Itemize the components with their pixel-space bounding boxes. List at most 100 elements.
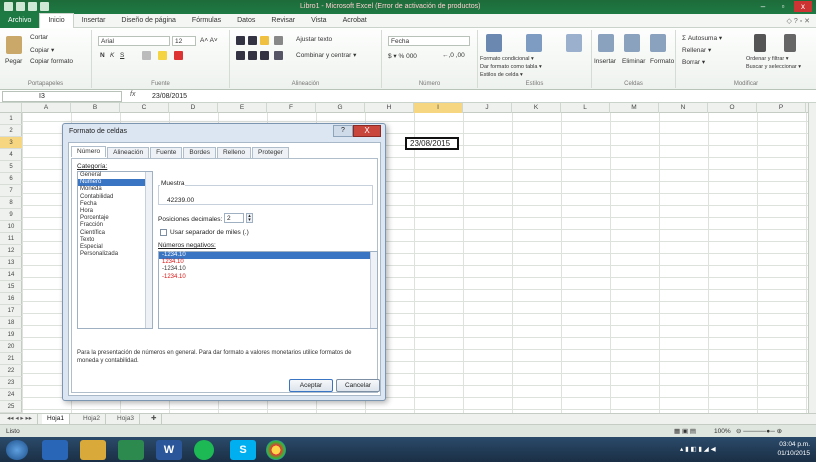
orientation-icon[interactable] <box>274 36 283 45</box>
category-item[interactable]: Científica <box>78 230 152 237</box>
row-header[interactable]: 13 <box>0 257 22 269</box>
cut-button[interactable]: Cortar <box>30 34 48 41</box>
row-header[interactable]: 20 <box>0 341 22 353</box>
paste-icon[interactable] <box>6 36 22 54</box>
row-header[interactable]: 1 <box>0 113 22 125</box>
italic-button[interactable]: K <box>110 52 114 59</box>
merge-center-button[interactable]: Combinar y centrar ▾ <box>296 51 356 59</box>
negative-format-item[interactable]: -1234.10 <box>159 266 377 273</box>
start-button-icon[interactable] <box>6 440 28 460</box>
cancel-button[interactable]: Cancelar <box>336 379 380 392</box>
column-header[interactable]: D <box>169 103 218 113</box>
excel-taskbar-icon[interactable] <box>118 440 144 460</box>
tab-acrobat[interactable]: Acrobat <box>335 14 375 28</box>
redo-icon[interactable] <box>40 2 49 11</box>
indent-icon[interactable] <box>274 51 283 60</box>
row-header[interactable]: 3 <box>0 137 22 149</box>
tab-review[interactable]: Revisar <box>263 14 303 28</box>
bold-button[interactable]: N <box>100 52 105 59</box>
row-header[interactable]: 11 <box>0 233 22 245</box>
autosum-button[interactable]: Σ Autosuma ▾ <box>682 34 722 42</box>
view-buttons-icon[interactable]: ▦ ▣ ▤ <box>674 427 696 435</box>
dialog-tab-fill[interactable]: Relleno <box>216 147 252 158</box>
row-header[interactable]: 4 <box>0 149 22 161</box>
category-list[interactable]: General Número Moneda Contabilidad Fecha Hora… <box>77 171 153 329</box>
file-explorer-icon[interactable] <box>80 440 106 460</box>
align-bottom-icon[interactable] <box>260 36 269 45</box>
conditional-format-icon[interactable] <box>486 34 502 52</box>
tab-data[interactable]: Datos <box>229 14 263 28</box>
maximize-button[interactable]: ▫ <box>774 1 792 12</box>
name-box[interactable]: I3 <box>2 91 122 102</box>
row-header[interactable]: 7 <box>0 185 22 197</box>
column-header[interactable]: N <box>659 103 708 113</box>
word-taskbar-icon[interactable]: W <box>156 440 182 460</box>
ok-button[interactable]: Aceptar <box>289 379 333 392</box>
row-header[interactable]: 10 <box>0 221 22 233</box>
thousands-separator-checkbox[interactable] <box>160 229 167 236</box>
column-header[interactable]: M <box>610 103 659 113</box>
row-header[interactable]: 19 <box>0 329 22 341</box>
align-right-icon[interactable] <box>260 51 269 60</box>
column-header[interactable]: H <box>365 103 414 113</box>
column-header[interactable]: J <box>463 103 512 113</box>
row-header[interactable]: 5 <box>0 161 22 173</box>
delete-cells-icon[interactable] <box>624 34 640 52</box>
cell-styles-button[interactable]: Estilos de celda ▾ <box>480 72 523 78</box>
insert-button[interactable]: Insertar <box>594 58 616 65</box>
clear-button[interactable]: Borrar ▾ <box>682 58 705 66</box>
row-header[interactable]: 15 <box>0 281 22 293</box>
sort-filter-icon[interactable] <box>754 34 766 52</box>
underline-button[interactable]: S <box>120 52 124 59</box>
category-item[interactable]: Especial <box>78 244 152 251</box>
font-color-icon[interactable] <box>174 51 183 60</box>
category-item[interactable]: Fracción <box>78 222 152 229</box>
wrap-text-button[interactable]: Ajustar texto <box>296 36 332 43</box>
negative-format-item[interactable]: -1234.10 <box>159 274 377 281</box>
copy-button[interactable]: Copiar ▾ <box>30 46 54 54</box>
undo-icon[interactable] <box>28 2 37 11</box>
row-header[interactable]: 22 <box>0 365 22 377</box>
tab-page-layout[interactable]: Diseño de página <box>113 14 184 28</box>
find-select-icon[interactable] <box>784 34 796 52</box>
column-header[interactable]: G <box>316 103 365 113</box>
row-header[interactable]: 24 <box>0 389 22 401</box>
new-sheet-icon[interactable]: ✚ <box>146 414 163 424</box>
font-name-combo[interactable]: Arial <box>98 36 170 46</box>
decimal-spinner-icon[interactable]: ▴ ▾ <box>246 213 253 223</box>
column-header[interactable]: O <box>708 103 757 113</box>
dialog-tab-alignment[interactable]: Alineación <box>107 147 150 158</box>
tray-icons[interactable]: ▴ ▮ ◧ ▮ ◢ ◀ <box>680 445 716 453</box>
category-item[interactable]: Moneda <box>78 186 152 193</box>
format-button[interactable]: Formato <box>650 58 674 65</box>
format-table-icon[interactable] <box>526 34 542 52</box>
category-item[interactable]: Número <box>78 179 152 187</box>
row-header[interactable]: 25 <box>0 401 22 413</box>
row-header[interactable]: 18 <box>0 317 22 329</box>
format-cells-icon[interactable] <box>650 34 666 52</box>
tab-view[interactable]: Vista <box>303 14 334 28</box>
sheet-tab-hoja3[interactable]: Hoja3 <box>112 414 140 424</box>
active-cell-i3[interactable]: 23/08/2015 <box>405 137 459 150</box>
dialog-tab-protection[interactable]: Proteger <box>252 147 289 158</box>
column-header[interactable]: I <box>414 103 463 113</box>
column-header[interactable]: L <box>561 103 610 113</box>
row-header[interactable]: 12 <box>0 245 22 257</box>
tab-home[interactable]: Inicio <box>39 13 74 28</box>
row-header[interactable]: 9 <box>0 209 22 221</box>
media-player-icon[interactable] <box>42 440 68 460</box>
insert-cells-icon[interactable] <box>598 34 614 52</box>
chrome-icon[interactable] <box>266 440 286 460</box>
paste-button[interactable]: Pegar <box>5 58 22 65</box>
category-item[interactable]: Hora <box>78 208 152 215</box>
decimal-places-input[interactable]: 2 <box>224 213 244 223</box>
column-header[interactable]: E <box>218 103 267 113</box>
zoom-slider[interactable]: ⊖ ─────●─ ⊕ <box>736 427 782 435</box>
column-header[interactable]: C <box>120 103 169 113</box>
column-header[interactable]: P <box>757 103 806 113</box>
align-middle-icon[interactable] <box>248 36 257 45</box>
delete-button[interactable]: Eliminar <box>622 58 645 65</box>
tab-insert[interactable]: Insertar <box>74 14 114 28</box>
sheet-tab-hoja2[interactable]: Hoja2 <box>78 414 106 424</box>
dialog-tab-number[interactable]: Número <box>71 146 107 157</box>
